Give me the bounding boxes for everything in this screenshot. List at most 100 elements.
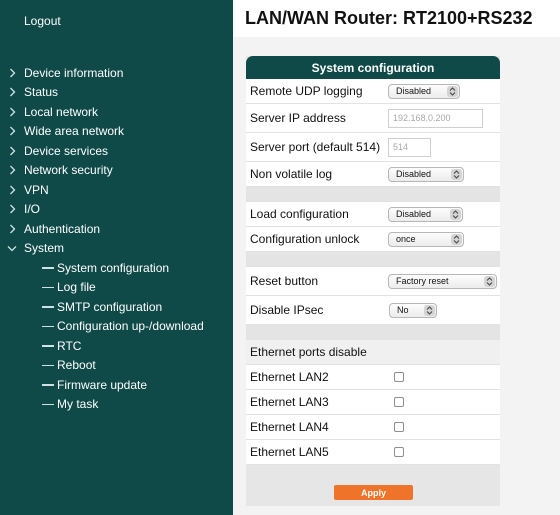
- row-ethernet-lan5: Ethernet LAN5: [246, 440, 500, 465]
- submenu-item-label: Log file: [57, 280, 96, 295]
- submenu-item-smtp-configuration[interactable]: SMTP configuration: [0, 297, 233, 317]
- sidebar-item-label: VPN: [24, 182, 49, 197]
- sidebar-item-label: Network security: [24, 163, 113, 178]
- field-label: Remote UDP logging: [250, 84, 363, 98]
- sidebar-item-device-information[interactable]: Device information: [0, 63, 233, 83]
- server-ip-input[interactable]: 192.168.0.200: [388, 108, 483, 128]
- row-ethernet-lan3: Ethernet LAN3: [246, 390, 500, 415]
- system-submenu: System configuration Log file SMTP confi…: [0, 258, 233, 414]
- select-value: Disabled: [396, 209, 432, 219]
- submenu-item-label: SMTP configuration: [57, 299, 163, 314]
- sidebar-item-system[interactable]: System: [0, 239, 233, 259]
- remote-udp-logging-select[interactable]: Disabled: [388, 83, 460, 99]
- disable-ipsec-select[interactable]: No: [389, 302, 437, 318]
- apply-button[interactable]: Apply: [334, 485, 413, 500]
- submenu-item-label: System configuration: [57, 260, 170, 275]
- field-label: Ethernet LAN4: [250, 420, 329, 434]
- submenu-item-label: Firmware update: [57, 377, 148, 392]
- sidebar-item-vpn[interactable]: VPN: [0, 180, 233, 200]
- sidebar-item-network-security[interactable]: Network security: [0, 161, 233, 181]
- ethernet-lan3-checkbox[interactable]: [394, 397, 404, 407]
- submenu-item-firmware-update[interactable]: Firmware update: [0, 375, 233, 395]
- server-port-input[interactable]: 514: [388, 137, 431, 157]
- sidebar-item-label: Wide area network: [24, 124, 125, 139]
- sidebar-item-status[interactable]: Status: [0, 83, 233, 103]
- row-remote-udp-logging: Remote UDP logging Disabled: [246, 79, 500, 104]
- select-arrows-icon: [484, 275, 495, 287]
- chevron-right-icon: [0, 126, 24, 136]
- sidebar-item-label: Local network: [24, 104, 99, 119]
- input-placeholder: 514: [393, 142, 409, 152]
- chevron-right-icon: [0, 107, 24, 117]
- submenu-item-my-task[interactable]: My task: [0, 395, 233, 415]
- chevron-right-icon: [0, 68, 24, 78]
- chevron-right-icon: [0, 146, 24, 156]
- select-arrows-icon: [451, 168, 462, 180]
- dash-icon: [42, 403, 54, 405]
- chevron-right-icon: [0, 224, 24, 234]
- field-label: Server IP address: [250, 111, 346, 125]
- panel-title: System configuration: [246, 56, 500, 79]
- sidebar-item-label: Device information: [24, 65, 124, 80]
- logout-link[interactable]: Logout: [24, 14, 61, 28]
- sidebar-item-device-services[interactable]: Device services: [0, 141, 233, 161]
- row-ethernet-lan2: Ethernet LAN2: [246, 365, 500, 390]
- dash-icon: [42, 384, 54, 386]
- dash-icon: [42, 345, 54, 347]
- section-label: Ethernet ports disable: [250, 345, 367, 359]
- sidebar: Logout Device information Status Local n…: [0, 0, 233, 515]
- row-ethernet-lan4: Ethernet LAN4: [246, 415, 500, 440]
- page-title: LAN/WAN Router: RT2100+RS232: [245, 8, 533, 28]
- field-label: Load configuration: [250, 207, 349, 221]
- non-volatile-log-select[interactable]: Disabled: [388, 166, 464, 182]
- field-label: Ethernet LAN2: [250, 370, 329, 384]
- field-label: Ethernet LAN5: [250, 445, 329, 459]
- sidebar-nav: Device information Status Local network …: [0, 63, 233, 414]
- sidebar-item-label: Status: [24, 85, 59, 100]
- row-spacer: [246, 187, 500, 202]
- select-value: Disabled: [396, 86, 432, 96]
- dash-icon: [42, 267, 54, 269]
- row-spacer: [246, 252, 500, 267]
- sidebar-item-local-network[interactable]: Local network: [0, 102, 233, 122]
- row-server-ip: Server IP address 192.168.0.200: [246, 104, 500, 133]
- sidebar-item-label: System: [24, 241, 65, 256]
- select-value: Disabled: [396, 169, 432, 179]
- row-disable-ipsec: Disable IPsec No: [246, 296, 500, 325]
- submenu-item-label: Reboot: [57, 358, 96, 373]
- select-arrows-icon: [451, 233, 462, 245]
- submenu-item-configuration-up-download[interactable]: Configuration up-/download: [0, 317, 233, 337]
- sidebar-item-io[interactable]: I/O: [0, 200, 233, 220]
- select-arrows-icon: [447, 85, 458, 97]
- row-load-configuration: Load configuration Disabled: [246, 202, 500, 227]
- submenu-item-system-configuration[interactable]: System configuration: [0, 258, 233, 278]
- row-configuration-unlock: Configuration unlock once: [246, 227, 500, 252]
- submenu-item-reboot[interactable]: Reboot: [0, 356, 233, 376]
- select-arrows-icon: [450, 208, 461, 220]
- ethernet-lan5-checkbox[interactable]: [394, 447, 404, 457]
- ethernet-lan4-checkbox[interactable]: [394, 422, 404, 432]
- reset-button-select[interactable]: Factory reset: [388, 273, 497, 289]
- dash-icon: [42, 364, 54, 366]
- submenu-item-label: My task: [57, 397, 99, 412]
- dash-icon: [42, 306, 54, 308]
- sidebar-item-authentication[interactable]: Authentication: [0, 219, 233, 239]
- field-label: Disable IPsec: [250, 303, 324, 317]
- load-configuration-select[interactable]: Disabled: [388, 206, 463, 222]
- chevron-down-icon: [0, 245, 24, 252]
- configuration-unlock-select[interactable]: once: [388, 231, 464, 247]
- input-placeholder: 192.168.0.200: [393, 113, 451, 123]
- row-spacer: [246, 325, 500, 340]
- field-label: Reset button: [250, 274, 319, 288]
- sidebar-item-wide-area-network[interactable]: Wide area network: [0, 122, 233, 142]
- select-value: Factory reset: [396, 276, 449, 286]
- select-value: No: [397, 305, 409, 315]
- chevron-right-icon: [0, 165, 24, 175]
- sidebar-item-label: Authentication: [24, 221, 101, 236]
- ethernet-lan2-checkbox[interactable]: [394, 372, 404, 382]
- select-arrows-icon: [424, 304, 435, 316]
- dash-icon: [42, 325, 54, 327]
- chevron-right-icon: [0, 204, 24, 214]
- submenu-item-log-file[interactable]: Log file: [0, 278, 233, 298]
- submenu-item-rtc[interactable]: RTC: [0, 336, 233, 356]
